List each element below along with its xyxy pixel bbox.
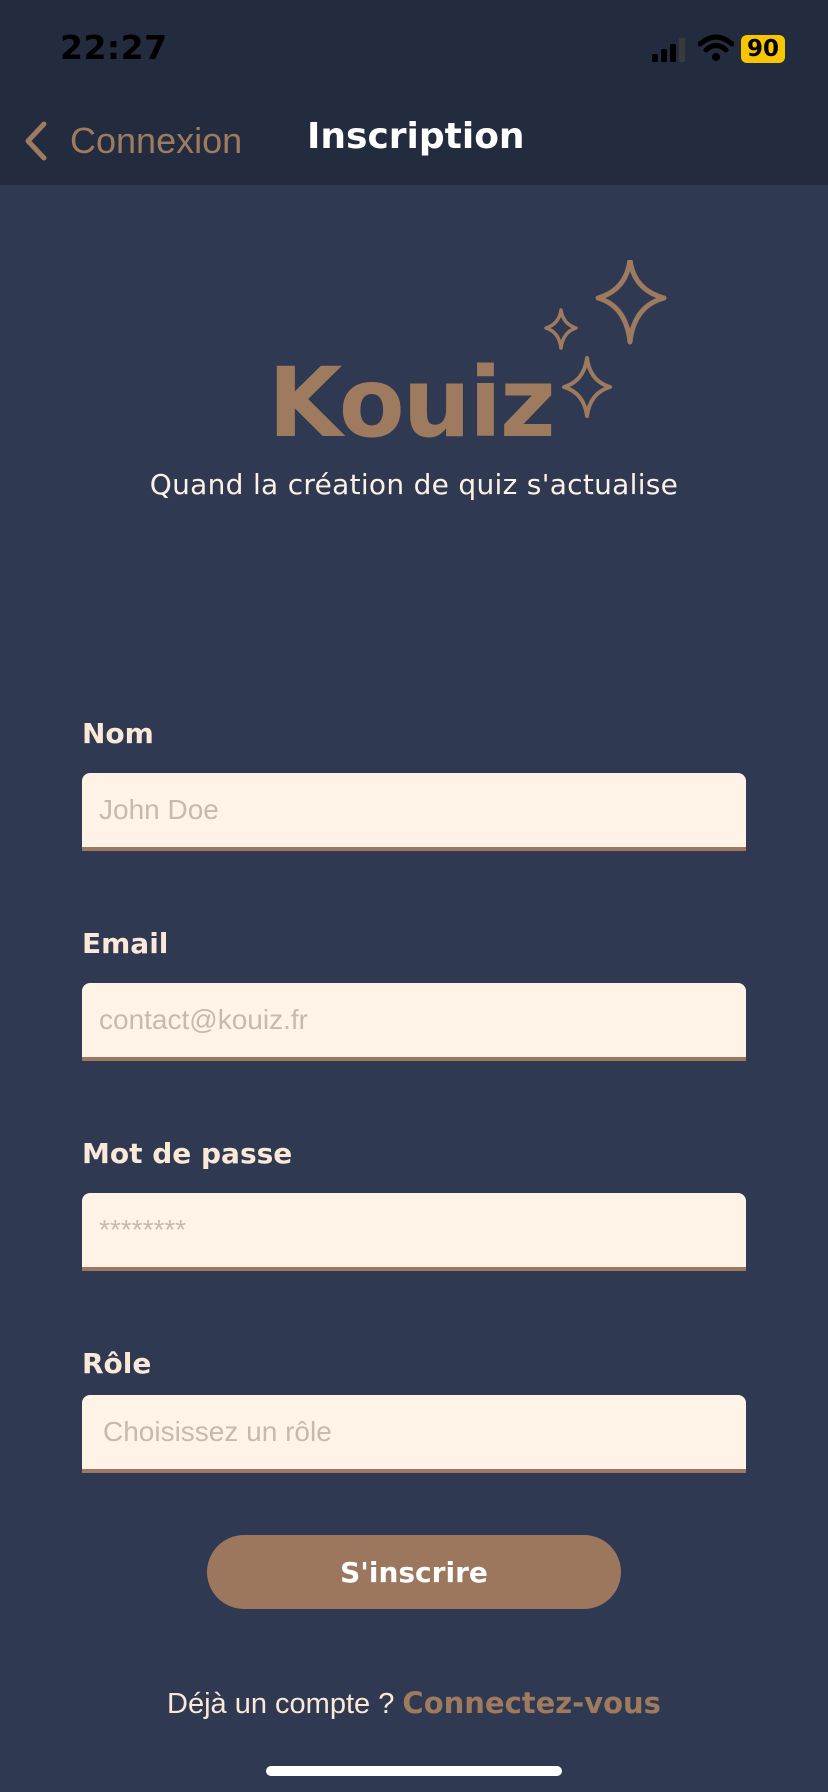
login-link[interactable]: Connectez-vous [402,1686,661,1720]
login-prompt: Déjà un compte ? Connectez-vous [0,1686,828,1721]
logo-wordmark: Kouiz [268,347,554,450]
tagline: Quand la création de quiz s'actualise [149,468,679,501]
role-select-placeholder: Choisissez un rôle [103,1416,332,1447]
name-input[interactable] [82,773,746,851]
status-time: 22:27 [60,28,168,67]
sparkle-small-icon [544,308,578,350]
signup-button[interactable]: S'inscrire [207,1535,621,1609]
battery-indicator: 90 [741,35,785,63]
name-label: Nom [82,717,154,750]
role-label: Rôle [82,1347,152,1380]
kouiz-logo: Kouiz [268,260,667,450]
back-button[interactable]: Connexion [22,116,242,166]
sparkle-icon [595,260,667,345]
chevron-left-icon [25,121,47,161]
role-select[interactable]: Choisissez un rôle [82,1395,746,1473]
home-indicator [266,1766,562,1776]
password-label: Mot de passe [82,1137,293,1170]
email-label: Email [82,927,169,960]
password-input[interactable] [82,1193,746,1271]
sparkle-medium-icon [562,356,612,418]
page-title: Inscription [307,116,525,157]
email-input[interactable] [82,983,746,1061]
wifi-icon [698,34,734,61]
cellular-signal-icon [652,38,685,62]
back-label: Connexion [70,120,243,161]
login-prompt-text: Déjà un compte ? [167,1688,395,1720]
